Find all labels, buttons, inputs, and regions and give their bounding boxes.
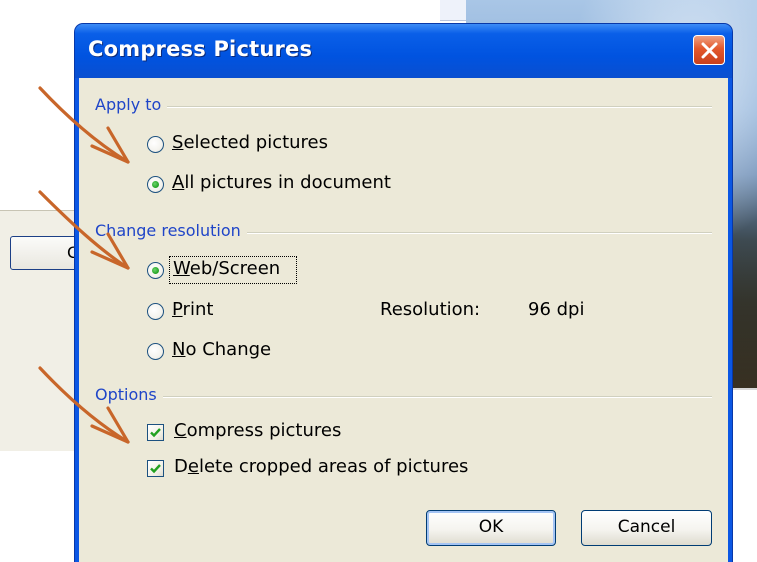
radio-label-web-screen[interactable]: Web/Screen — [173, 258, 280, 279]
ok-button[interactable]: OK — [426, 510, 556, 546]
group-label-apply-to: Apply to — [95, 95, 162, 114]
radio-label-print[interactable]: Print — [172, 299, 213, 320]
title-bar[interactable]: Compress Pictures — [75, 24, 732, 78]
checkmark-icon — [150, 428, 161, 438]
checkmark-icon — [150, 464, 161, 474]
close-x-icon — [701, 42, 718, 59]
group-label-change-resolution: Change resolution — [95, 221, 241, 240]
checkbox-delete-cropped-areas[interactable] — [147, 460, 164, 477]
dialog-title: Compress Pictures — [88, 37, 313, 61]
group-divider — [167, 106, 712, 108]
compress-pictures-dialog: Compress Pictures Apply to Selected pict… — [75, 24, 732, 562]
resolution-label: Resolution: — [380, 299, 481, 320]
dialog-body: Apply to Selected pictures All pictures … — [79, 78, 728, 562]
group-label-options: Options — [95, 385, 157, 404]
radio-label-all-pictures[interactable]: All pictures in document — [172, 172, 391, 193]
radio-web-screen[interactable] — [147, 262, 164, 279]
close-button[interactable] — [693, 35, 725, 65]
radio-print[interactable] — [147, 303, 164, 320]
radio-label-selected-pictures[interactable]: Selected pictures — [172, 132, 328, 153]
resolution-value: 96 dpi — [528, 299, 585, 320]
radio-no-change[interactable] — [147, 343, 164, 360]
radio-selected-pictures[interactable] — [147, 136, 164, 153]
checkbox-compress-pictures[interactable] — [147, 424, 164, 441]
group-divider — [247, 232, 712, 234]
cancel-button[interactable]: Cancel — [581, 510, 712, 546]
radio-all-pictures[interactable] — [147, 176, 164, 193]
radio-label-no-change[interactable]: No Change — [172, 339, 271, 360]
checkbox-label-delete-cropped-areas[interactable]: Delete cropped areas of pictures — [174, 456, 468, 477]
checkbox-label-compress-pictures[interactable]: Compress pictures — [174, 420, 341, 441]
group-divider — [163, 396, 712, 398]
